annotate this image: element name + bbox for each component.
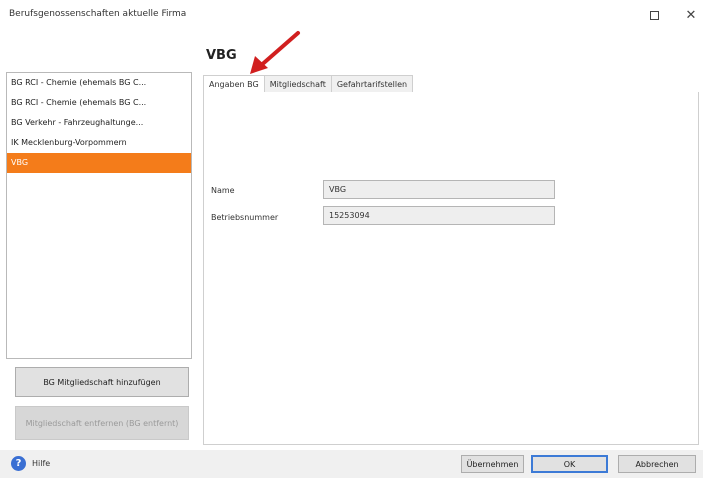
help-label[interactable]: Hilfe	[32, 459, 50, 468]
close-icon: ✕	[685, 7, 697, 23]
list-item[interactable]: IK Mecklenburg-Vorpommern	[7, 133, 191, 153]
betriebsnummer-field[interactable]: 15253094	[323, 206, 555, 225]
list-item-selected[interactable]: VBG	[7, 153, 191, 173]
help-icon[interactable]: ?	[11, 456, 26, 471]
betriebsnummer-label: Betriebsnummer	[211, 213, 279, 222]
annotation-arrow-icon	[250, 31, 300, 74]
maximize-icon	[649, 10, 659, 20]
title-bar: Berufsgenossenschaften aktuelle Firma ✕	[0, 0, 703, 30]
tab-mitgliedschaft[interactable]: Mitgliedschaft	[263, 75, 332, 92]
apply-button[interactable]: Übernehmen	[461, 455, 524, 473]
tab-content-panel	[203, 92, 699, 445]
list-item[interactable]: BG RCI - Chemie (ehemals BG C...	[7, 93, 191, 113]
remove-membership-button: Mitgliedschaft entfernen (BG entfernt)	[15, 406, 189, 440]
maximize-button[interactable]	[643, 5, 665, 25]
add-membership-button[interactable]: BG Mitgliedschaft hinzufügen	[15, 367, 189, 397]
name-label: Name	[211, 186, 235, 195]
page-title: VBG	[206, 48, 237, 63]
tab-strip: Angaben BG Mitgliedschaft Gefahrtarifste…	[203, 75, 414, 93]
tab-angaben-bg[interactable]: Angaben BG	[203, 75, 265, 93]
cancel-button[interactable]: Abbrechen	[618, 455, 696, 473]
window-title: Berufsgenossenschaften aktuelle Firma	[9, 9, 187, 19]
list-item[interactable]: BG RCI - Chemie (ehemals BG C...	[7, 73, 191, 93]
tab-gefahrtarifstellen[interactable]: Gefahrtarifstellen	[330, 75, 414, 92]
ok-button[interactable]: OK	[531, 455, 608, 473]
name-field[interactable]: VBG	[323, 180, 555, 199]
bg-list: BG RCI - Chemie (ehemals BG C... BG RCI …	[6, 72, 192, 359]
close-button[interactable]: ✕	[680, 5, 702, 25]
list-item[interactable]: BG Verkehr - Fahrzeughaltunge...	[7, 113, 191, 133]
